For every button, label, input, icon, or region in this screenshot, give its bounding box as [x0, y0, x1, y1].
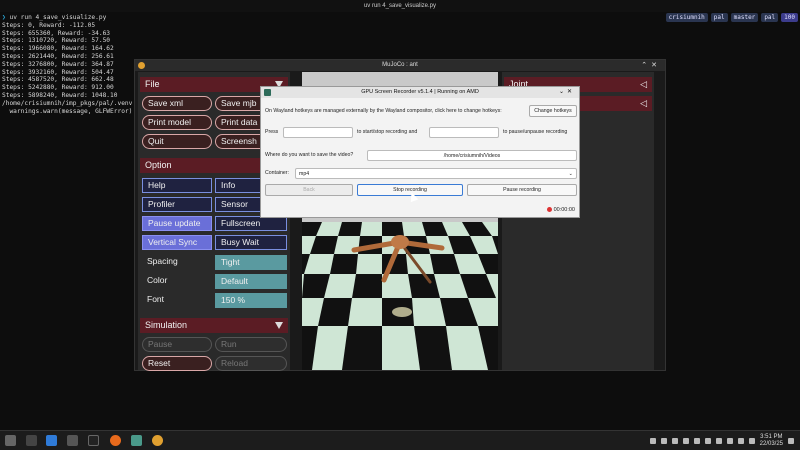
- busy-wait-button[interactable]: Busy Wait: [215, 235, 287, 250]
- window-icon[interactable]: [67, 435, 78, 446]
- save-xml-button[interactable]: Save xml: [142, 96, 212, 111]
- vertical-sync-toggle[interactable]: Vertical Sync: [142, 235, 212, 250]
- change-hotkeys-button[interactable]: Change hotkeys: [529, 105, 577, 117]
- clock-date: 22/03/25: [759, 441, 783, 447]
- expand-icon: ◁: [640, 79, 647, 89]
- file-manager-icon[interactable]: [46, 435, 57, 446]
- fullscreen-button[interactable]: Fullscreen: [215, 216, 287, 231]
- tray-app-icon[interactable]: [649, 438, 656, 444]
- help-button[interactable]: Help: [142, 178, 212, 193]
- mujoco-titlebar[interactable]: MuJoCo : ant ⌃✕: [135, 60, 665, 71]
- terminal-title: uv run 4_save_visualize.py: [0, 0, 800, 12]
- log-line: Steps: 1310720, Reward: 57.50: [2, 37, 111, 45]
- taskbar: 3:51 PM 22/03/25: [0, 430, 800, 450]
- save-path-field[interactable]: /home/crisiumnih/Videos: [367, 150, 577, 161]
- volume-icon[interactable]: [737, 438, 744, 444]
- reset-button[interactable]: Reset: [142, 356, 212, 371]
- color-label: Color: [147, 275, 168, 285]
- log-line: Steps: 655360, Reward: -34.63: [2, 29, 111, 37]
- recording-status: 00:00:00: [546, 207, 575, 213]
- bluetooth-icon[interactable]: [715, 438, 722, 444]
- start-stop-label: to start/stop recording and: [357, 129, 418, 135]
- show-desktop-icon[interactable]: [788, 438, 794, 444]
- recorder-taskbar-icon[interactable]: [131, 435, 142, 446]
- collapse-icon: [275, 322, 283, 329]
- firefox-icon[interactable]: [110, 435, 121, 446]
- mujoco-title: MuJoCo : ant: [382, 62, 418, 68]
- pause-update-toggle[interactable]: Pause update: [142, 216, 212, 231]
- record-dot-icon: [546, 207, 552, 213]
- font-label: Font: [147, 294, 165, 304]
- press-label: Press: [265, 129, 279, 135]
- tray-app-icon[interactable]: [671, 438, 678, 444]
- chevron-down-icon: ⌄: [568, 171, 573, 177]
- terminal-icon[interactable]: [88, 435, 99, 446]
- pause-label: to pause/unpause recording: [503, 129, 568, 135]
- tray-app-icon[interactable]: [693, 438, 700, 444]
- app-icon: [138, 62, 145, 69]
- recorder-titlebar[interactable]: GPU Screen Recorder v5.1.4 | Running on …: [261, 87, 579, 98]
- clock-time: 3:51 PM: [760, 434, 783, 440]
- recorder-title: GPU Screen Recorder v5.1.4 | Running on …: [361, 89, 479, 95]
- tray-app-icon[interactable]: [682, 438, 689, 444]
- log-line: Steps: 1966080, Reward: 164.62: [2, 45, 114, 53]
- recorder-app-icon: [264, 89, 271, 96]
- pause-button[interactable]: Pause: [142, 337, 212, 352]
- container-select[interactable]: mp4 ⌄: [295, 168, 577, 179]
- pause-hotkey-field[interactable]: [429, 127, 499, 138]
- ant-robot: [351, 235, 445, 317]
- spacing-label: Spacing: [147, 256, 178, 266]
- save-question: Where do you want to save the video?: [265, 152, 354, 158]
- log-line: Steps: 0, Reward: -112.05: [2, 21, 96, 29]
- window-controls[interactable]: ⌄✕: [559, 87, 575, 98]
- window-controls[interactable]: ⌃✕: [641, 60, 661, 71]
- expand-icon: ◁: [640, 98, 647, 108]
- start-menu-icon[interactable]: [5, 435, 16, 446]
- tray-app-icon[interactable]: [660, 438, 667, 444]
- command-line: ❯ uv run 4_save_visualize.py: [2, 14, 107, 21]
- battery-icon[interactable]: [748, 438, 755, 444]
- desktop-icon[interactable]: [26, 435, 37, 446]
- wifi-icon[interactable]: [726, 438, 733, 444]
- start-stop-hotkey-field[interactable]: [283, 127, 353, 138]
- pause-recording-button[interactable]: Pause recording: [467, 184, 577, 196]
- font-select[interactable]: 150 %: [215, 293, 287, 308]
- profiler-button[interactable]: Profiler: [142, 197, 212, 212]
- simulation-section-header[interactable]: Simulation: [140, 318, 288, 333]
- run-button[interactable]: Run: [215, 337, 287, 352]
- tray-app-icon[interactable]: [704, 438, 711, 444]
- reload-button[interactable]: Reload: [215, 356, 287, 371]
- back-button[interactable]: Back: [265, 184, 353, 196]
- color-select[interactable]: Default: [215, 274, 287, 289]
- quit-button[interactable]: Quit: [142, 134, 212, 149]
- hotkeys-info[interactable]: On Wayland hotkeys are managed externall…: [265, 106, 502, 117]
- container-label: Container:: [265, 170, 289, 176]
- mujoco-taskbar-icon[interactable]: [152, 435, 163, 446]
- print-model-button[interactable]: Print model: [142, 115, 212, 130]
- spacing-select[interactable]: Tight: [215, 255, 287, 270]
- clock[interactable]: 3:51 PM 22/03/25: [760, 434, 783, 448]
- system-tray: 3:51 PM 22/03/25: [649, 431, 794, 450]
- recorder-dialog[interactable]: GPU Screen Recorder v5.1.4 | Running on …: [260, 86, 580, 218]
